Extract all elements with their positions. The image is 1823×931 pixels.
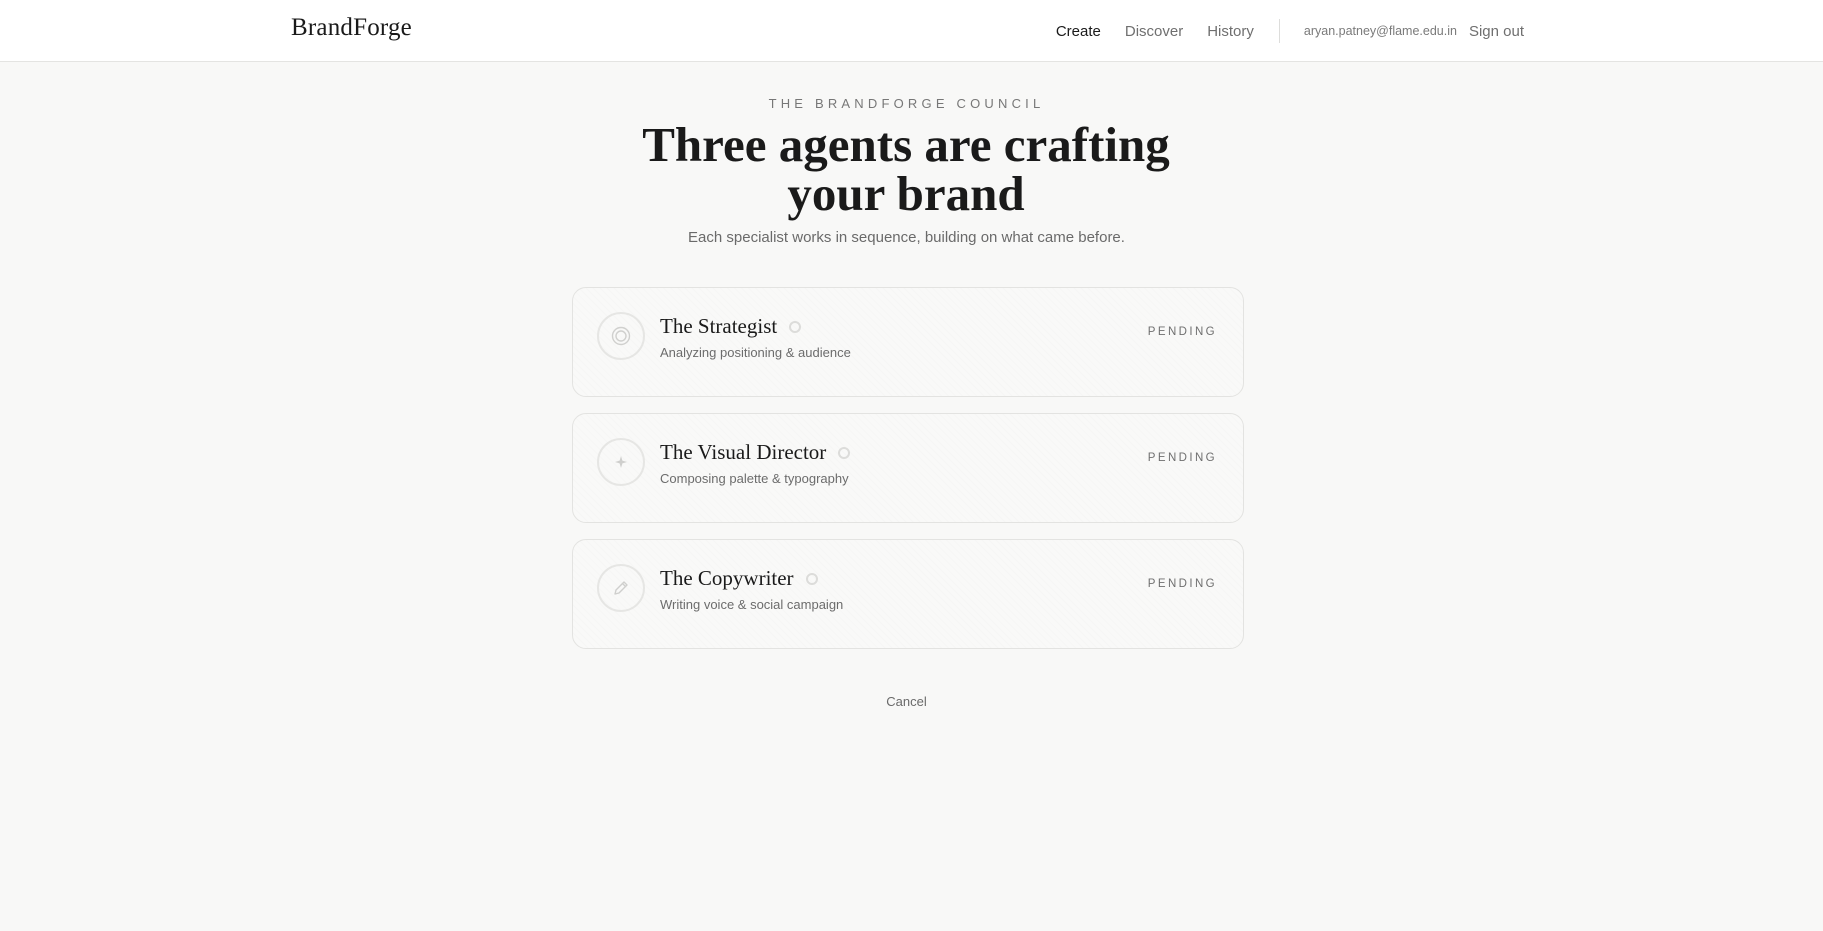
target-icon <box>611 326 631 346</box>
brand-logo[interactable]: BrandForge <box>291 14 412 42</box>
page-subtitle: Each specialist works in sequence, build… <box>688 229 1125 246</box>
top-navigation-bar: BrandForge Create Discover History aryan… <box>0 0 1823 62</box>
status-indicator-icon <box>838 446 851 459</box>
agent-avatar <box>597 564 645 612</box>
nav-divider <box>1278 19 1280 43</box>
agent-name: The Strategist <box>660 314 778 338</box>
cancel-button[interactable]: Cancel <box>886 694 926 709</box>
agent-description: Analyzing positioning & audience <box>660 345 851 360</box>
agent-card-copywriter: The Copywriter Writing voice & social ca… <box>572 539 1244 649</box>
pencil-icon <box>614 581 628 595</box>
cancel-row: Cancel <box>0 694 1813 709</box>
agent-name: The Visual Director <box>660 440 827 464</box>
status-badge: PENDING <box>1147 452 1217 464</box>
council-eyebrow: THE BRANDFORGE COUNCIL <box>768 96 1045 111</box>
sign-out-button[interactable]: Sign out <box>1469 23 1524 40</box>
page-title: Three agents are crafting your brand <box>642 117 1170 221</box>
nav-history-link[interactable]: History <box>1207 23 1254 40</box>
status-badge: PENDING <box>1147 578 1217 590</box>
status-badge: PENDING <box>1147 326 1217 338</box>
user-email: aryan.patney@flame.edu.in <box>1303 24 1457 38</box>
agent-description: Composing palette & typography <box>660 471 849 486</box>
agent-avatar <box>597 438 645 486</box>
agent-card-visual-director: The Visual Director Composing palette & … <box>572 413 1244 523</box>
agent-card-strategist: The Strategist Analyzing positioning & a… <box>572 287 1244 397</box>
agent-name: The Copywriter <box>660 566 794 590</box>
agent-name-row: The Copywriter <box>660 566 818 591</box>
nav-discover-link[interactable]: Discover <box>1125 23 1183 40</box>
main-nav: Create Discover History aryan.patney@fla… <box>1056 0 1524 62</box>
agent-description: Writing voice & social campaign <box>660 597 844 612</box>
agent-name-row: The Strategist <box>660 314 802 339</box>
sparkle-icon <box>615 456 627 468</box>
status-indicator-icon <box>805 572 818 585</box>
nav-create-link[interactable]: Create <box>1056 23 1101 40</box>
status-indicator-icon <box>789 320 802 333</box>
agent-avatar <box>597 312 645 360</box>
agent-name-row: The Visual Director <box>660 440 851 465</box>
